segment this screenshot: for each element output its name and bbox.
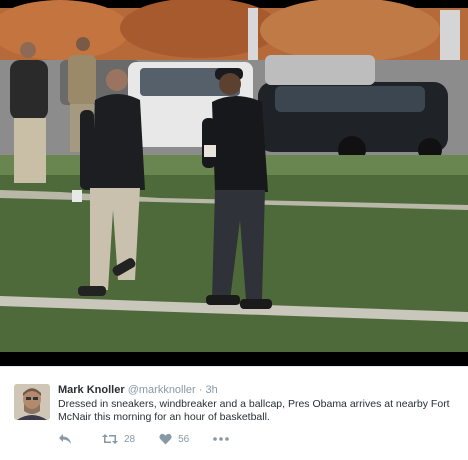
retweet-icon	[102, 434, 118, 444]
tweet-photo[interactable]	[0, 0, 468, 366]
retweet-button[interactable]: 28	[102, 433, 135, 445]
heart-icon	[159, 433, 172, 445]
separator-dot: ·	[198, 384, 203, 396]
like-button[interactable]: 56	[159, 433, 189, 445]
author-name[interactable]: Mark Knoller	[58, 384, 125, 396]
retweet-count: 28	[124, 433, 136, 445]
avatar[interactable]	[14, 384, 50, 420]
avatar-image	[14, 384, 50, 420]
tweet-actions: 28 56	[58, 431, 259, 447]
reply-icon	[59, 434, 71, 444]
author-handle[interactable]: @markknoller	[128, 384, 196, 396]
more-button[interactable]	[213, 437, 235, 441]
tweet-header: Mark Knoller @markknoller · 3h	[58, 384, 218, 396]
tweet-card: Mark Knoller @markknoller · 3h Dressed i…	[0, 366, 468, 460]
reply-button[interactable]	[58, 433, 78, 445]
more-dots-icon	[213, 437, 230, 441]
tweet-text: Dressed in sneakers, windbreaker and a b…	[58, 398, 450, 423]
photo-scene	[0, 0, 468, 366]
tweet-timestamp[interactable]: 3h	[206, 384, 218, 396]
like-count: 56	[178, 433, 190, 445]
